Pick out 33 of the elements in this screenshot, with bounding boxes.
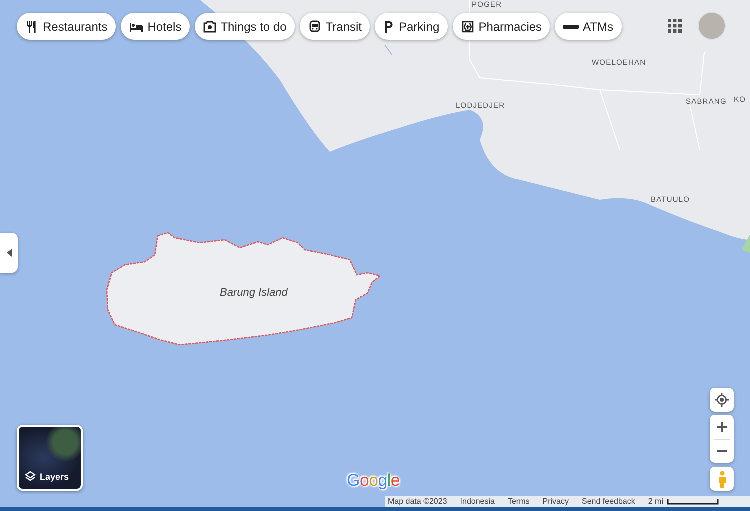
attribution-link[interactable]: Terms: [508, 496, 530, 507]
category-chip[interactable]: Pharmacies: [452, 13, 550, 40]
scale-bar-icon: [666, 498, 718, 504]
my-location-button[interactable]: [710, 388, 734, 412]
category-chip[interactable]: Hotels: [120, 13, 190, 40]
collapse-panel-button[interactable]: [0, 233, 18, 273]
category-chip[interactable]: Parking: [375, 13, 448, 40]
layers-label: Layers: [40, 472, 70, 482]
crosshair-icon: [715, 393, 729, 407]
scale-label: 2 mi: [648, 496, 664, 507]
caret-icon: [6, 249, 12, 257]
pharmacy-icon: [460, 20, 475, 34]
category-chip[interactable]: Transit: [300, 13, 370, 40]
layers-button[interactable]: Layers: [17, 425, 83, 491]
category-chip[interactable]: Restaurants: [17, 13, 116, 40]
layers-icon: [25, 471, 36, 482]
category-chip[interactable]: ATMs: [555, 13, 622, 40]
park-area: [742, 235, 750, 253]
parking-icon: [383, 20, 395, 34]
google-logo: Google: [347, 471, 400, 491]
island-label: Barung Island: [220, 287, 288, 299]
map-data-text: Map data ©2023: [388, 496, 448, 507]
train-icon: [308, 20, 322, 34]
category-chip[interactable]: Things to do: [194, 13, 295, 40]
attribution-link[interactable]: Indonesia: [460, 496, 495, 507]
attribution-link[interactable]: Privacy: [542, 496, 569, 507]
attribution-link[interactable]: Send feedback: [582, 496, 636, 507]
fork-knife-icon: [25, 20, 39, 34]
atm-icon: [563, 22, 580, 30]
plus-icon: [717, 422, 727, 432]
apps-grid-icon[interactable]: [668, 19, 682, 33]
camera-icon: [202, 20, 217, 34]
pegman-icon: [718, 470, 726, 488]
